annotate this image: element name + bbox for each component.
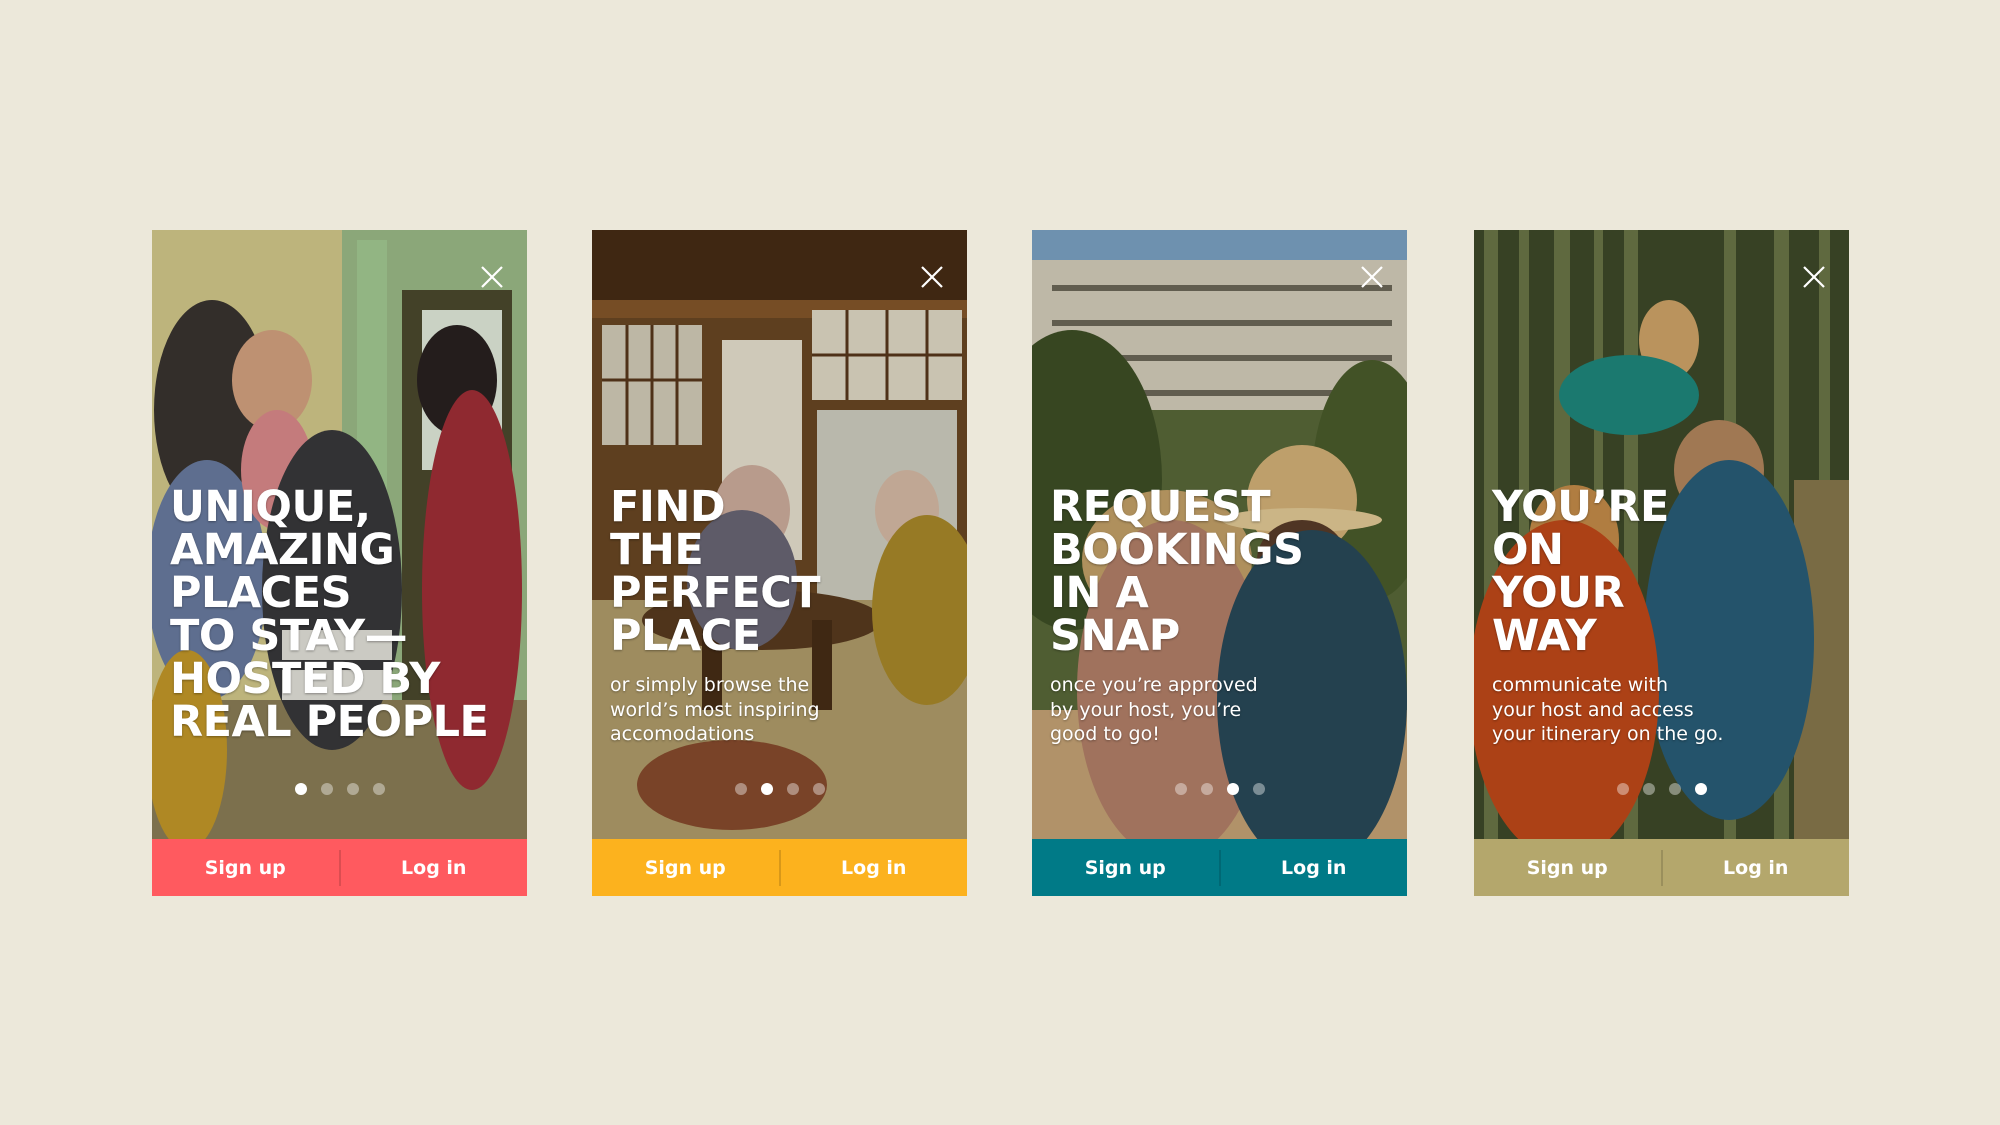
action-bar: Sign up Log in [1032, 839, 1407, 896]
headline: UNIQUE, AMAZING PLACES TO STAY— HOSTED B… [170, 482, 489, 747]
subtext: communicate with your host and access yo… [1492, 674, 1724, 745]
action-bar: Sign up Log in [592, 839, 967, 896]
page-indicator [1032, 783, 1407, 795]
close-button[interactable] [1357, 262, 1387, 292]
action-bar: Sign up Log in [152, 839, 527, 896]
page-indicator [1474, 783, 1849, 795]
sign-up-button[interactable]: Sign up [152, 839, 339, 896]
page-dot-2[interactable] [1642, 783, 1655, 795]
page-dot-1[interactable] [734, 783, 747, 795]
action-bar: Sign up Log in [1474, 839, 1849, 896]
page-dot-4[interactable] [812, 783, 825, 795]
close-icon [1361, 266, 1383, 288]
log-in-button[interactable]: Log in [781, 839, 968, 896]
page-dot-4[interactable] [1694, 783, 1707, 795]
onboarding-screen-4: YOU’RE ON YOUR WAY communicate with your… [1474, 230, 1849, 896]
subtext: or simply browse the world’s most inspir… [610, 674, 820, 745]
page-indicator [152, 783, 527, 795]
page-dot-1[interactable] [1616, 783, 1629, 795]
close-icon [481, 266, 503, 288]
log-in-button[interactable]: Log in [341, 839, 528, 896]
page-dot-2[interactable] [760, 783, 773, 795]
close-icon [1803, 266, 1825, 288]
page-dot-4[interactable] [372, 783, 385, 795]
page-dot-3[interactable] [1668, 783, 1681, 795]
close-button[interactable] [1799, 262, 1829, 292]
page-dot-2[interactable] [1200, 783, 1213, 795]
close-icon [921, 266, 943, 288]
onboarding-screen-1: UNIQUE, AMAZING PLACES TO STAY— HOSTED B… [152, 230, 527, 896]
close-button[interactable] [477, 262, 507, 292]
page-indicator [592, 783, 967, 795]
page-dot-4[interactable] [1252, 783, 1265, 795]
sign-up-button[interactable]: Sign up [1032, 839, 1219, 896]
headline: FIND THE PERFECT PLACE [610, 482, 821, 661]
log-in-button[interactable]: Log in [1221, 839, 1408, 896]
page-dot-2[interactable] [320, 783, 333, 795]
close-button[interactable] [917, 262, 947, 292]
page-dot-1[interactable] [1174, 783, 1187, 795]
log-in-button[interactable]: Log in [1663, 839, 1850, 896]
onboarding-screen-3: REQUEST BOOKINGS IN A SNAP once you’re a… [1032, 230, 1407, 896]
page-dot-1[interactable] [294, 783, 307, 795]
onboarding-screen-2: FIND THE PERFECT PLACE or simply browse … [592, 230, 967, 896]
headline: REQUEST BOOKINGS IN A SNAP [1050, 482, 1304, 661]
subtext: once you’re approved by your host, you’r… [1050, 674, 1258, 745]
page-dot-3[interactable] [786, 783, 799, 795]
sign-up-button[interactable]: Sign up [592, 839, 779, 896]
headline: YOU’RE ON YOUR WAY [1492, 482, 1669, 661]
page-dot-3[interactable] [1226, 783, 1239, 795]
page-dot-3[interactable] [346, 783, 359, 795]
sign-up-button[interactable]: Sign up [1474, 839, 1661, 896]
